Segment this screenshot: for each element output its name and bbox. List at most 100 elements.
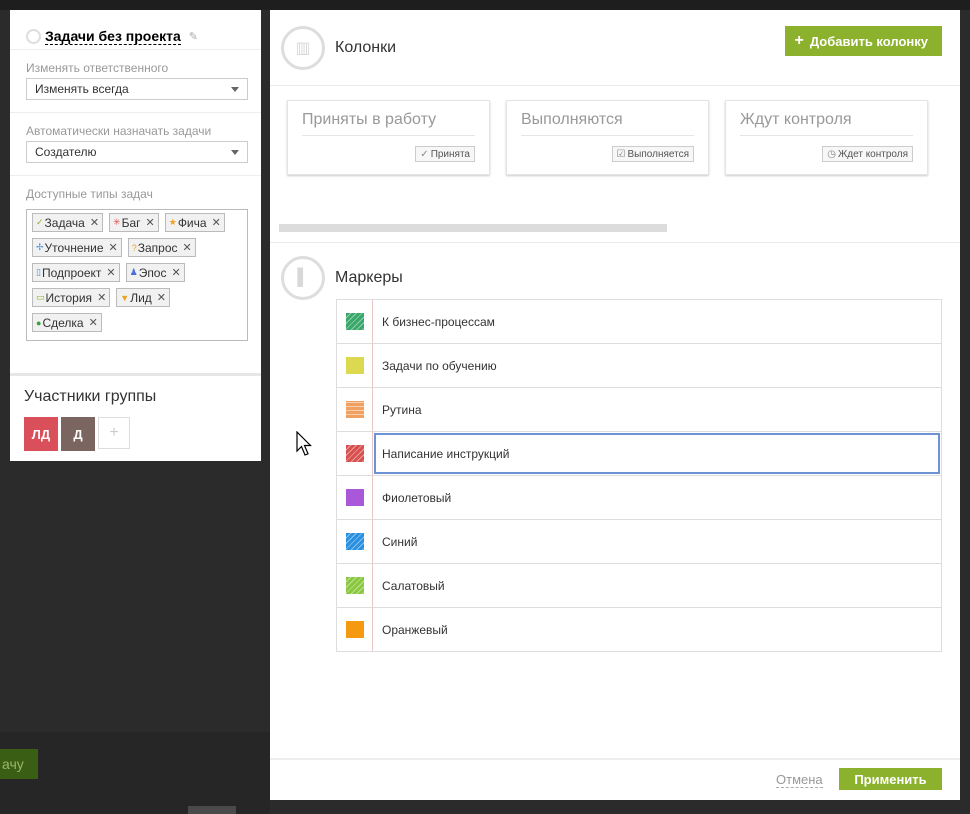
- remove-icon[interactable]: ✕: [183, 241, 192, 254]
- markers-title: Маркеры: [335, 269, 403, 286]
- task-type-icon: ●: [36, 317, 42, 328]
- task-type-tag[interactable]: ▼ Лид ✕: [116, 288, 171, 307]
- remove-icon[interactable]: ✕: [97, 291, 106, 304]
- task-type-icon: ?: [131, 242, 137, 253]
- task-types-box[interactable]: ✓ Задача ✕ ✳ Баг ✕ ★ Фича ✕ ✢ Уточнение ✕? Запрос ✕ ▯ П…: [26, 209, 248, 341]
- column-title: Ждут контроля: [740, 111, 913, 136]
- column-status-badge: ☑ Выполняется: [611, 146, 694, 162]
- project-settings-panel: Задачи без проекта ✎ Изменять ответствен…: [10, 10, 261, 461]
- columns-title: Колонки: [335, 38, 397, 56]
- task-type-icon: ★: [168, 217, 177, 227]
- board-settings-modal: ▥ Колонки + Добавить колонку Приняты в р…: [270, 10, 960, 800]
- remove-icon[interactable]: ✕: [109, 241, 118, 254]
- plus-icon: +: [794, 32, 804, 49]
- task-type-tag[interactable]: ▯ Подпроект ✕: [32, 263, 120, 282]
- marker-name-input[interactable]: Оранжевый: [373, 608, 941, 651]
- task-type-icon: ▭: [36, 292, 45, 302]
- column-title: Приняты в работу: [302, 111, 475, 136]
- apply-button[interactable]: Применить: [839, 768, 942, 790]
- task-type-label: Сделка: [42, 315, 84, 330]
- avatar-list: ЛД Д +: [24, 417, 261, 451]
- remove-icon[interactable]: ✕: [212, 216, 221, 229]
- marker-row[interactable]: Написание инструкций: [337, 432, 941, 476]
- marker-color-swatch[interactable]: [345, 621, 364, 638]
- modal-footer: Отмена Применить: [270, 758, 960, 800]
- marker-swatch-cell[interactable]: [337, 564, 373, 607]
- marker-color-swatch[interactable]: [345, 313, 364, 330]
- columns-scrollbar[interactable]: [279, 224, 667, 232]
- background-tab: [188, 806, 236, 814]
- marker-color-swatch[interactable]: [345, 533, 364, 550]
- auto-assign-select[interactable]: Создателю: [26, 141, 248, 163]
- marker-swatch-cell[interactable]: [337, 388, 373, 431]
- remove-icon[interactable]: ✕: [89, 316, 98, 329]
- marker-list: К бизнес-процессам Задачи по обучению Рути…: [336, 299, 942, 652]
- marker-color-swatch[interactable]: [345, 357, 364, 374]
- responsible-label: Изменять ответственного: [26, 61, 169, 75]
- marker-color-swatch[interactable]: [345, 577, 364, 594]
- task-type-label: Эпос: [138, 265, 167, 280]
- marker-color-swatch[interactable]: [345, 401, 364, 418]
- task-types-label: Доступные типы задач: [26, 187, 153, 201]
- responsible-select[interactable]: Изменять всегда: [26, 78, 248, 100]
- marker-row[interactable]: Задачи по обучению: [337, 344, 941, 388]
- task-type-tag[interactable]: ✢ Уточнение ✕: [32, 238, 122, 257]
- task-type-tag[interactable]: ★ Фича ✕: [164, 213, 225, 232]
- marker-name-input[interactable]: Салатовый: [373, 564, 941, 607]
- cancel-link[interactable]: Отмена: [776, 772, 823, 788]
- marker-row[interactable]: Рутина: [337, 388, 941, 432]
- status-label: Выполняется: [627, 148, 690, 160]
- pencil-icon[interactable]: ✎: [189, 30, 198, 43]
- marker-name-input[interactable]: К бизнес-процессам: [373, 300, 941, 343]
- add-member-button[interactable]: +: [98, 417, 130, 449]
- marker-swatch-cell[interactable]: [337, 432, 373, 475]
- markers-icon: ▌: [281, 256, 325, 300]
- marker-name-input[interactable]: Написание инструкций: [374, 433, 940, 474]
- task-type-tag[interactable]: ● Сделка ✕: [32, 313, 102, 332]
- avatar[interactable]: ЛД: [24, 417, 58, 451]
- task-type-label: История: [45, 290, 93, 305]
- avatar[interactable]: Д: [61, 417, 95, 451]
- marker-row[interactable]: К бизнес-процессам: [337, 300, 941, 344]
- project-title[interactable]: Задачи без проекта: [45, 28, 181, 45]
- column-card[interactable]: Выполняются ☑ Выполняется: [506, 100, 709, 175]
- marker-swatch-cell[interactable]: [337, 476, 373, 519]
- marker-name-input[interactable]: Задачи по обучению: [373, 344, 941, 387]
- column-card[interactable]: Ждут контроля ◷ Ждет контроля: [725, 100, 928, 175]
- marker-swatch-cell[interactable]: [337, 520, 373, 563]
- task-type-tag[interactable]: ▭ История ✕: [32, 288, 111, 307]
- remove-icon[interactable]: ✕: [90, 216, 99, 229]
- columns-header: ▥ Колонки + Добавить колонку: [270, 10, 960, 86]
- marker-color-swatch[interactable]: [345, 489, 364, 506]
- marker-swatch-cell[interactable]: [337, 608, 373, 651]
- remove-icon[interactable]: ✕: [106, 266, 115, 279]
- marker-name-input[interactable]: Рутина: [373, 388, 941, 431]
- marker-name-input[interactable]: Фиолетовый: [373, 476, 941, 519]
- task-type-tag[interactable]: ✳ Баг ✕: [109, 213, 159, 232]
- remove-icon[interactable]: ✕: [171, 266, 180, 279]
- column-card[interactable]: Приняты в работу ✓ Принята: [287, 100, 490, 175]
- task-type-icon: ✓: [36, 217, 44, 227]
- responsible-value: Изменять всегда: [35, 82, 129, 96]
- section-divider: [270, 242, 960, 243]
- marker-name-input[interactable]: Синий: [373, 520, 941, 563]
- task-type-tag[interactable]: ? Запрос ✕: [127, 238, 196, 257]
- marker-swatch-cell[interactable]: [337, 300, 373, 343]
- task-type-tag[interactable]: ✓ Задача ✕: [32, 213, 104, 232]
- status-label: Принята: [430, 148, 470, 160]
- status-icon: ◷: [827, 148, 837, 160]
- marker-color-swatch[interactable]: [345, 445, 364, 462]
- marker-row[interactable]: Синий: [337, 520, 941, 564]
- marker-row[interactable]: Салатовый: [337, 564, 941, 608]
- task-type-tag[interactable]: ♟ Эпос ✕: [125, 263, 185, 282]
- marker-row[interactable]: Фиолетовый: [337, 476, 941, 520]
- marker-row[interactable]: Оранжевый: [337, 608, 941, 651]
- remove-icon[interactable]: ✕: [146, 216, 155, 229]
- marker-swatch-cell[interactable]: [337, 344, 373, 387]
- task-type-label: Задача: [44, 215, 85, 230]
- add-column-button[interactable]: + Добавить колонку: [784, 26, 942, 56]
- columns-icon: ▥: [281, 25, 325, 70]
- remove-icon[interactable]: ✕: [157, 291, 166, 304]
- task-type-label: Лид: [130, 290, 152, 305]
- markers-header: ▌ Маркеры: [281, 256, 403, 300]
